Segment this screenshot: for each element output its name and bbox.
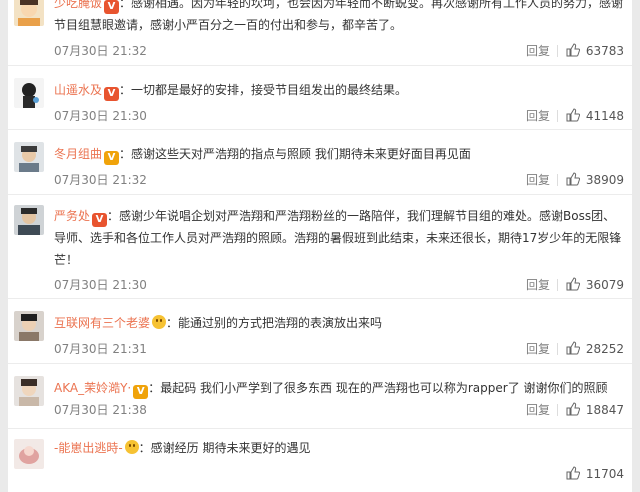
reply-button[interactable]: 回复 xyxy=(526,401,550,419)
thumbs-up-icon xyxy=(566,108,580,122)
avatar[interactable] xyxy=(14,78,44,108)
comment-body: 互联网有三个老婆 ：能通过别的方式把浩翔的表演放出来吗 xyxy=(54,312,624,334)
reply-button[interactable]: 回复 xyxy=(526,107,550,125)
avatar[interactable] xyxy=(14,439,44,469)
like-button[interactable]: 38909 xyxy=(562,171,624,189)
verified-badge-icon: V xyxy=(104,151,120,165)
comment-meta: 07月30日 21:30 回复 36079 xyxy=(54,276,624,294)
reply-button[interactable]: 回复 xyxy=(526,171,550,189)
divider xyxy=(557,45,558,57)
reply-button[interactable]: 回复 xyxy=(526,340,550,358)
avatar-image xyxy=(14,376,44,406)
comment-username[interactable]: 山遥水及 xyxy=(54,83,102,97)
comment-item: AKA_茉姈澔Y· V ：最起码 我们小严学到了很多东西 现在的严浩翔也可以称为ra… xyxy=(8,364,632,429)
like-button[interactable]: 11704 xyxy=(562,465,624,483)
avatar[interactable] xyxy=(14,205,44,235)
comment-text: ：一切都是最好的安排，接受节目组发出的最终结果。 xyxy=(119,83,408,97)
verified-badge-icon: V xyxy=(104,87,120,101)
comment-item: 山遥水及 V ：一切都是最好的安排，接受节目组发出的最终结果。 07月30日 21:… xyxy=(8,65,632,130)
avatar-image xyxy=(14,78,44,108)
divider xyxy=(557,404,558,416)
avatar-image xyxy=(14,0,44,26)
comment-text: ：感谢这些天对严浩翔的指点与照顾 我们期待未来更好面目再见面 xyxy=(119,147,471,161)
comment-timestamp: 07月30日 21:30 xyxy=(54,109,147,123)
avatar-image xyxy=(14,142,44,172)
divider xyxy=(557,174,558,186)
thumbs-up-icon xyxy=(566,341,580,355)
comment-meta: 07月30日 21:32 回复 63783 xyxy=(54,42,624,60)
comment-username[interactable]: 冬月组曲 xyxy=(54,147,102,161)
comment-meta: 07月30日 21:30 回复 41148 xyxy=(54,107,624,125)
verified-badge-icon: V xyxy=(133,385,149,399)
comment-username[interactable]: AKA_茉姈澔Y· xyxy=(54,381,131,395)
avatar-image xyxy=(14,439,44,469)
divider xyxy=(557,279,558,291)
comment-list: 少吃腌饭 V ：感谢相遇。因为年轻的坎坷，也会因为年轻而不断蜕变。再次感谢所有工作人… xyxy=(8,0,632,492)
comment-meta: 11704 xyxy=(54,465,624,483)
like-count: 28252 xyxy=(585,342,624,356)
smiley-badge-icon xyxy=(152,315,167,329)
comment-text: ：感谢少年说唱企划对严浩翔和严浩翔粉丝的一路陪伴，我们理解节目组的难处。感谢Bo… xyxy=(54,209,622,267)
like-button[interactable]: 36079 xyxy=(562,276,624,294)
verified-badge-icon: V xyxy=(92,213,108,227)
comment-item: 冬月组曲 V ：感谢这些天对严浩翔的指点与照顾 我们期待未来更好面目再见面 07月3… xyxy=(8,130,632,195)
like-count: 11704 xyxy=(585,467,624,481)
comment-meta: 07月30日 21:31 回复 28252 xyxy=(54,340,624,358)
comment-item: -能崽出逃時- ：感谢经历 期待未来更好的遇见 11704 xyxy=(8,429,632,492)
comment-text: ：感谢相遇。因为年轻的坎坷，也会因为年轻而不断蜕变。再次感谢所有工作人员的努力，… xyxy=(54,0,624,32)
avatar-image xyxy=(14,311,44,341)
reply-button[interactable]: 回复 xyxy=(526,42,550,60)
like-count: 36079 xyxy=(585,278,624,292)
divider xyxy=(557,343,558,355)
like-count: 63783 xyxy=(585,44,624,58)
like-button[interactable]: 18847 xyxy=(562,401,624,419)
comment-timestamp: 07月30日 21:31 xyxy=(54,342,147,356)
comment-item: 严务处 V ：感谢少年说唱企划对严浩翔和严浩翔粉丝的一路陪伴，我们理解节目组的难处。… xyxy=(8,195,632,299)
like-button[interactable]: 28252 xyxy=(562,340,624,358)
reply-button[interactable]: 回复 xyxy=(526,276,550,294)
like-button[interactable]: 41148 xyxy=(562,107,624,125)
like-button[interactable]: 63783 xyxy=(562,42,624,60)
avatar[interactable] xyxy=(14,376,44,406)
verified-badge-icon: V xyxy=(104,0,120,14)
comment-timestamp: 07月30日 21:30 xyxy=(54,278,147,292)
comment-body: 冬月组曲 V ：感谢这些天对严浩翔的指点与照顾 我们期待未来更好面目再见面 xyxy=(54,143,624,165)
comment-username[interactable]: -能崽出逃時- xyxy=(54,441,123,455)
comment-item: 少吃腌饭 V ：感谢相遇。因为年轻的坎坷，也会因为年轻而不断蜕变。再次感谢所有工作人… xyxy=(8,0,632,66)
comment-timestamp: 07月30日 21:38 xyxy=(54,403,147,417)
divider xyxy=(557,110,558,122)
like-count: 38909 xyxy=(585,173,624,187)
comment-timestamp: 07月30日 21:32 xyxy=(54,44,147,58)
thumbs-up-icon xyxy=(566,43,580,57)
comment-item: 互联网有三个老婆 ：能通过别的方式把浩翔的表演放出来吗 07月30日 21:31 … xyxy=(8,299,632,364)
comment-body: AKA_茉姈澔Y· V ：最起码 我们小严学到了很多东西 现在的严浩翔也可以称为ra… xyxy=(54,377,624,399)
like-count: 18847 xyxy=(585,403,624,417)
avatar-image xyxy=(14,205,44,235)
avatar[interactable] xyxy=(14,142,44,172)
thumbs-up-icon xyxy=(566,172,580,186)
thumbs-up-icon xyxy=(566,402,580,416)
comment-text: ：能通过别的方式把浩翔的表演放出来吗 xyxy=(166,316,383,330)
comment-body: 山遥水及 V ：一切都是最好的安排，接受节目组发出的最终结果。 xyxy=(54,79,624,101)
comment-meta: 07月30日 21:38 回复 18847 xyxy=(54,401,624,419)
comment-body: -能崽出逃時- ：感谢经历 期待未来更好的遇见 xyxy=(54,437,624,459)
smiley-badge-icon xyxy=(124,440,139,454)
comment-meta: 07月30日 21:32 回复 38909 xyxy=(54,171,624,189)
comment-body: 严务处 V ：感谢少年说唱企划对严浩翔和严浩翔粉丝的一路陪伴，我们理解节目组的难处。… xyxy=(54,205,624,271)
comment-text: ：最起码 我们小严学到了很多东西 现在的严浩翔也可以称为rapper了 谢谢你们… xyxy=(148,381,608,395)
comment-username[interactable]: 少吃腌饭 xyxy=(54,0,102,10)
comment-timestamp: 07月30日 21:32 xyxy=(54,173,147,187)
thumbs-up-icon xyxy=(566,466,580,480)
like-count: 41148 xyxy=(585,109,624,123)
comment-body: 少吃腌饭 V ：感谢相遇。因为年轻的坎坷，也会因为年轻而不断蜕变。再次感谢所有工作人… xyxy=(54,0,624,36)
avatar[interactable] xyxy=(14,311,44,341)
comment-username[interactable]: 严务处 xyxy=(54,209,90,223)
thumbs-up-icon xyxy=(566,277,580,291)
comment-text: ：感谢经历 期待未来更好的遇见 xyxy=(138,441,311,455)
avatar[interactable] xyxy=(14,0,44,26)
comment-username[interactable]: 互联网有三个老婆 xyxy=(54,316,150,330)
